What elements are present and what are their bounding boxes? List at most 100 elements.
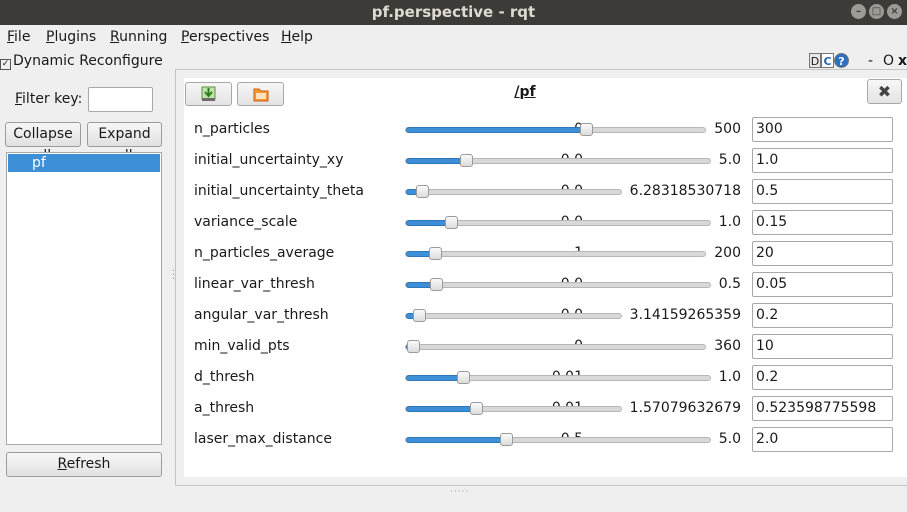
param-slider[interactable]	[405, 313, 622, 319]
expand-all-button[interactable]: Expand all	[87, 122, 162, 164]
plugin-icons: D C?	[809, 53, 849, 69]
tree-item-pf[interactable]: pf	[8, 154, 160, 172]
param-slider-handle[interactable]	[470, 402, 484, 415]
resize-grip[interactable]: ·····	[450, 487, 469, 497]
param-slider[interactable]	[405, 437, 711, 443]
param-slider-handle[interactable]	[429, 278, 443, 291]
param-max: 5.0	[718, 152, 741, 168]
param-row: a_thresh0.011.570796326790.523598775598	[184, 394, 907, 425]
param-name: linear_var_thresh	[194, 276, 315, 292]
param-slider[interactable]	[405, 158, 711, 164]
plugin-title: ✓ Dynamic Reconfigure	[0, 53, 163, 70]
menu-perspectives[interactable]: Perspectives	[181, 29, 269, 45]
param-max: 1.0	[718, 214, 741, 230]
param-name: n_particles_average	[194, 245, 335, 261]
param-max: 3.14159265359	[629, 307, 741, 323]
param-slider-handle[interactable]	[457, 371, 471, 384]
node-tree[interactable]: pf	[6, 152, 162, 445]
param-max: 500	[714, 121, 741, 137]
param-row: angular_var_thresh0.03.141592653590.2	[184, 301, 907, 332]
param-max: 200	[714, 245, 741, 261]
param-value-input[interactable]: 0.15	[752, 210, 893, 235]
param-row: laser_max_distance0.55.02.0	[184, 425, 907, 456]
collapse-all-button[interactable]: Collapse all	[5, 122, 81, 164]
param-value-input[interactable]: 20	[752, 241, 893, 266]
node-title: /pf	[514, 84, 536, 100]
param-value-input[interactable]: 1.0	[752, 148, 893, 173]
param-name: initial_uncertainty_theta	[194, 183, 364, 199]
menu-help[interactable]: Help	[281, 29, 313, 45]
param-slider-handle[interactable]	[579, 123, 593, 136]
load-params-button[interactable]	[237, 82, 284, 106]
param-slider[interactable]	[405, 282, 711, 288]
window-maximize-button[interactable]: □	[869, 4, 884, 19]
param-slider[interactable]	[405, 344, 707, 350]
download-icon	[201, 86, 216, 101]
help-icon[interactable]: ?	[834, 53, 849, 68]
plugin-float-icon[interactable]: O	[883, 53, 894, 69]
param-slider-handle[interactable]	[412, 309, 426, 322]
param-slider[interactable]	[405, 375, 711, 381]
param-name: min_valid_pts	[194, 338, 290, 354]
plugin-checkbox-icon: ✓	[0, 59, 11, 70]
param-slider[interactable]	[405, 251, 707, 257]
param-max: 0.5	[718, 276, 741, 292]
param-value-input[interactable]: 2.0	[752, 427, 893, 452]
window-title: pf.perspective - rqt	[371, 3, 536, 21]
param-slider-handle[interactable]	[407, 340, 421, 353]
window-titlebar: pf.perspective - rqt – □ ×	[0, 0, 907, 25]
c-icon[interactable]: C	[821, 53, 834, 68]
param-value-input[interactable]: 300	[752, 117, 893, 142]
param-max: 360	[714, 338, 741, 354]
param-slider-handle[interactable]	[499, 433, 513, 446]
param-value-input[interactable]: 10	[752, 334, 893, 359]
param-name: d_thresh	[194, 369, 255, 385]
plugin-title-label: Dynamic Reconfigure	[13, 53, 163, 69]
plugin-minimize-icon[interactable]: -	[868, 53, 873, 69]
param-max: 5.0	[718, 431, 741, 447]
param-slider[interactable]	[405, 127, 707, 133]
filter-key-label: Filter key:	[15, 91, 83, 107]
param-slider[interactable]	[405, 189, 622, 195]
param-value-input[interactable]: 0.2	[752, 365, 893, 390]
param-slider-handle[interactable]	[444, 216, 458, 229]
param-row: n_particles_average120020	[184, 239, 907, 270]
param-row: variance_scale0.01.00.15	[184, 208, 907, 239]
param-row: linear_var_thresh0.00.50.05	[184, 270, 907, 301]
save-params-button[interactable]	[185, 82, 232, 106]
folder-icon	[253, 88, 269, 102]
node-close-button[interactable]: ✖	[867, 79, 902, 104]
param-slider[interactable]	[405, 406, 622, 412]
param-slider-handle[interactable]	[416, 185, 430, 198]
param-value-input[interactable]: 0.05	[752, 272, 893, 297]
param-max: 1.0	[718, 369, 741, 385]
param-value-input[interactable]: 0.5	[752, 179, 893, 204]
param-max: 6.28318530718	[629, 183, 741, 199]
param-row: n_particles0500300	[184, 115, 907, 146]
d-icon[interactable]: D	[809, 53, 821, 68]
menu-plugins[interactable]: Plugins	[46, 29, 96, 45]
param-value-input[interactable]: 0.523598775598	[752, 396, 893, 421]
window-minimize-button[interactable]: –	[851, 4, 866, 19]
param-max: 1.57079632679	[629, 400, 741, 416]
param-name: laser_max_distance	[194, 431, 332, 447]
filter-key-input[interactable]	[88, 87, 153, 112]
param-slider-fill	[406, 437, 507, 443]
param-slider-handle[interactable]	[429, 247, 443, 260]
param-name: a_thresh	[194, 400, 255, 416]
param-slider-handle[interactable]	[460, 154, 474, 167]
refresh-button[interactable]: Refresh	[6, 452, 162, 477]
param-name: variance_scale	[194, 214, 298, 230]
param-row: initial_uncertainty_xy0.05.01.0	[184, 146, 907, 177]
window-close-button[interactable]: ×	[887, 4, 902, 19]
menu-file[interactable]: File	[7, 29, 30, 45]
param-row: initial_uncertainty_theta0.06.2831853071…	[184, 177, 907, 208]
param-row: min_valid_pts036010	[184, 332, 907, 363]
menu-running[interactable]: Running	[110, 29, 167, 45]
param-value-input[interactable]: 0.2	[752, 303, 893, 328]
param-name: angular_var_thresh	[194, 307, 329, 323]
plugin-close-icon[interactable]: x	[898, 53, 907, 69]
param-slider-fill	[406, 375, 465, 381]
param-name: initial_uncertainty_xy	[194, 152, 344, 168]
param-row: d_thresh0.011.00.2	[184, 363, 907, 394]
